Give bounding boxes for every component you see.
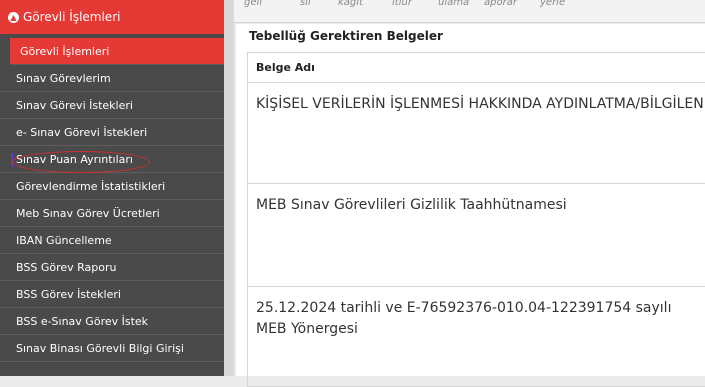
toolbar-label[interactable]: gell xyxy=(244,0,262,8)
annotation-ellipse xyxy=(12,151,150,173)
sidebar-header-label: Görevli İşlemleri xyxy=(23,10,121,24)
toolbar-label[interactable]: kağıt xyxy=(338,0,363,8)
documents-panel: Tebellüğ Gerektiren Belgeler Belge Adı K… xyxy=(236,24,705,387)
sidebar-item-label: IBAN Güncelleme xyxy=(16,233,112,247)
sidebar-item-iban-guncelleme[interactable]: IBAN Güncelleme xyxy=(0,227,224,254)
sidebar-item-sinav-binasi-gorevli-bilgi-girisi[interactable]: Sınav Binası Görevli Bilgi Girişi xyxy=(0,335,224,362)
sidebar-item-label: BSS e-Sınav Görev İstek xyxy=(16,314,149,328)
sidebar-item-gorevli-islemleri[interactable]: Görevli İşlemleri xyxy=(10,38,224,65)
table-row[interactable]: MEB Sınav Görevlileri Gizlilik Taahhütna… xyxy=(248,184,705,287)
sidebar-item-bss-gorev-raporu[interactable]: BSS Görev Raporu xyxy=(0,254,224,281)
sidebar-item-label: Sınav Binası Görevli Bilgi Girişi xyxy=(16,341,184,355)
toolbar-label[interactable]: ulama xyxy=(438,0,469,8)
column-header-belge-adi[interactable]: Belge Adı xyxy=(248,53,705,83)
document-name[interactable]: 25.12.2024 tarihli ve E-76592376-010.04-… xyxy=(256,300,671,337)
sidebar-item-e-sinav-gorevi-istekleri[interactable]: e- Sınav Görevi İstekleri xyxy=(0,119,224,146)
sidebar-header[interactable]: ▲ Görevli İşlemleri xyxy=(0,0,224,34)
sidebar-item-label: Meb Sınav Görev Ücretleri xyxy=(16,206,160,220)
toolbar-label[interactable]: sil xyxy=(300,0,311,8)
sidebar-divider xyxy=(224,0,234,376)
sidebar-item-bss-gorev-istekleri[interactable]: BSS Görev İstekleri xyxy=(0,281,224,308)
sidebar-item-label: BSS Görev Raporu xyxy=(16,260,117,274)
sidebar-item-meb-sinav-gorev-ucretleri[interactable]: Meb Sınav Görev Ücretleri xyxy=(0,200,224,227)
sidebar-item-sinav-gorevlerim[interactable]: Sınav Görevlerim xyxy=(0,65,224,92)
table-row[interactable]: 25.12.2024 tarihli ve E-76592376-010.04-… xyxy=(248,287,705,387)
toolbar-label[interactable]: aporar xyxy=(484,0,517,8)
sidebar-item-sinav-gorevi-istekleri[interactable]: Sınav Görevi İstekleri xyxy=(0,92,224,119)
panel-title: Tebellüğ Gerektiren Belgeler xyxy=(249,29,443,43)
sidebar-item-label: Görevlendirme İstatistikleri xyxy=(16,179,166,193)
sidebar-item-label: Sınav Görevi İstekleri xyxy=(16,98,133,112)
documents-table: Belge Adı KİŞİSEL VERİLERİN İŞLENMESİ HA… xyxy=(247,52,705,387)
sidebar-item-label: Sınav Görevlerim xyxy=(16,71,111,85)
sidebar-item-label: BSS Görev İstekleri xyxy=(16,287,121,301)
sidebar-item-label: Görevli İşlemleri xyxy=(20,44,110,58)
sidebar-item-bss-e-sinav-gorev-istek[interactable]: BSS e-Sınav Görev İstek xyxy=(0,308,224,335)
toolbar: gell sil kağıt ıtıur ulama aporar yerie xyxy=(234,0,705,23)
table-row[interactable]: KİŞİSEL VERİLERİN İŞLENMESİ HAKKINDA AYD… xyxy=(248,83,705,184)
toolbar-label[interactable]: yerie xyxy=(540,0,565,8)
toolbar-label[interactable]: ıtıur xyxy=(392,0,412,8)
document-name[interactable]: MEB Sınav Görevlileri Gizlilik Taahhütna… xyxy=(256,197,567,213)
chevron-up-icon: ▲ xyxy=(8,11,19,23)
sidebar: ▲ Görevli İşlemleri Görevli İşlemleri Sı… xyxy=(0,0,224,376)
sidebar-menu: Görevli İşlemleri Sınav Görevlerim Sınav… xyxy=(0,38,224,362)
sidebar-item-label: e- Sınav Görevi İstekleri xyxy=(16,125,148,139)
document-name[interactable]: KİŞİSEL VERİLERİN İŞLENMESİ HAKKINDA AYD… xyxy=(256,96,705,112)
sidebar-item-gorevlendirme-istatistikleri[interactable]: Görevlendirme İstatistikleri xyxy=(0,173,224,200)
